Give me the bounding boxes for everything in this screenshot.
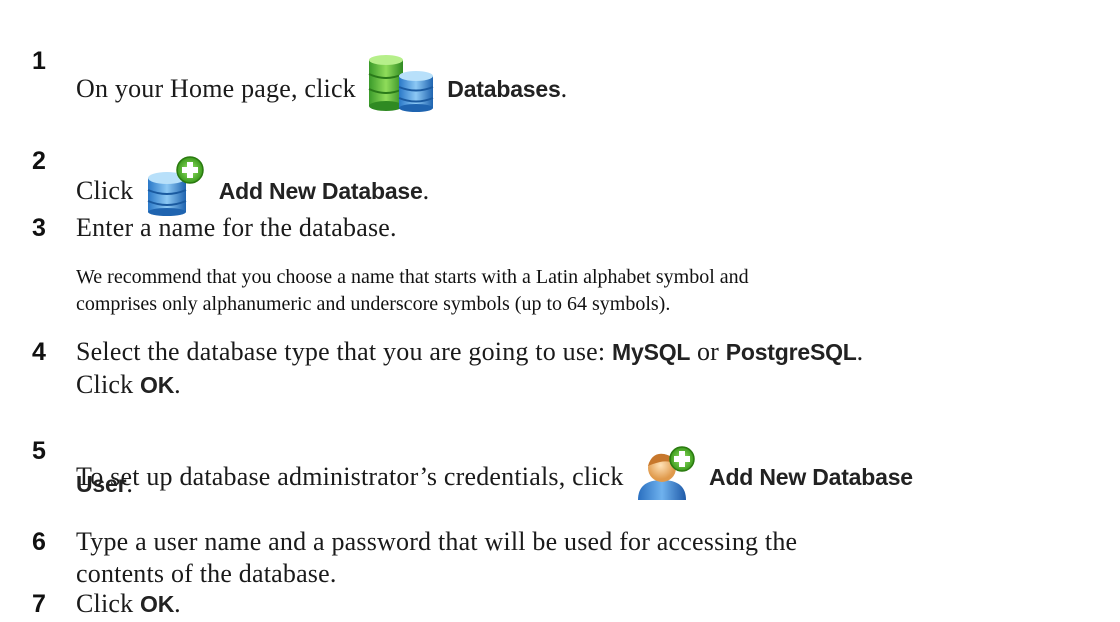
- ok-label: OK: [140, 372, 175, 398]
- step-number: 4: [32, 338, 46, 366]
- step-text: To set up database administrator’s crede…: [76, 462, 624, 491]
- databases-label: Databases: [447, 76, 561, 102]
- step-number: 5: [32, 437, 46, 465]
- add-new-database-user-label: Add New Database: [709, 464, 913, 490]
- step-text: Enter a name for the database.: [76, 213, 397, 242]
- step-text: Click: [76, 589, 134, 618]
- mysql-label: MySQL: [612, 339, 691, 365]
- note-line: comprises only alphanumeric and undersco…: [76, 293, 671, 315]
- step-text: Click: [76, 176, 134, 205]
- add-database-user-icon: [634, 446, 696, 502]
- add-new-database-label: Add New Database: [218, 178, 423, 204]
- ok-label: OK: [140, 591, 175, 617]
- add-database-icon: [146, 156, 204, 216]
- step-text: Type a user name and a password that wil…: [76, 527, 798, 556]
- postgresql-label: PostgreSQL: [725, 339, 857, 365]
- step-number: 3: [32, 214, 46, 242]
- step-text: On your Home page, click: [76, 74, 356, 103]
- note: We recommend that you choose a name that…: [76, 264, 1076, 318]
- databases-icon: [365, 54, 439, 112]
- step-number: 1: [32, 47, 46, 75]
- step-number: 2: [32, 147, 46, 175]
- step-text: Select the database type that you are go…: [76, 337, 606, 366]
- step-number: 6: [32, 528, 46, 556]
- note-line: We recommend that you choose a name that…: [76, 266, 749, 288]
- step-number: 7: [32, 590, 46, 618]
